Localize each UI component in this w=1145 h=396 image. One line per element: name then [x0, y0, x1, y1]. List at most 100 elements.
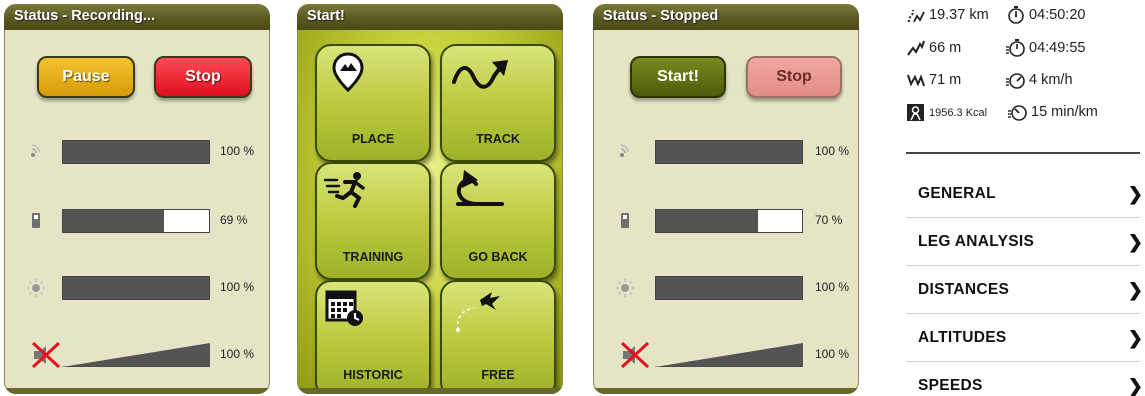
- descent-value: 71 m: [929, 72, 962, 88]
- training-button[interactable]: TRAINING: [315, 162, 431, 280]
- ascent-icon: [907, 40, 925, 56]
- stop-button[interactable]: Stop: [154, 56, 252, 98]
- place-pin-icon: [331, 52, 365, 97]
- section-speeds[interactable]: SPEEDS ❯: [906, 362, 1143, 396]
- volume-muted-icon: [619, 340, 651, 370]
- section-speeds-label: SPEEDS: [918, 377, 983, 394]
- chevron-right-icon: ❯: [1127, 184, 1143, 204]
- brightness-row: 100 %: [4, 275, 270, 301]
- start-title: Start!: [297, 4, 563, 30]
- stop-button-disabled[interactable]: Stop: [746, 56, 842, 98]
- pace-icon: [1008, 105, 1027, 121]
- calories-icon: [907, 104, 924, 121]
- volume-muted-icon: [30, 340, 62, 370]
- gps-signal-percent: 100 %: [220, 144, 255, 158]
- battery-bar: [62, 209, 210, 233]
- chevron-right-icon: ❯: [1127, 232, 1143, 252]
- volume-row: 100 %: [593, 340, 859, 370]
- recording-title: Status - Recording...: [4, 4, 270, 30]
- start-button[interactable]: Start!: [630, 56, 726, 98]
- section-altitudes-label: ALTITUDES: [918, 329, 1007, 346]
- start-menu-screen: Start! PLACE TRACK TRAINING GO BACK HIST…: [297, 4, 563, 394]
- avg-speed-stat: 4 km/h: [1006, 71, 1073, 89]
- section-general-label: GENERAL: [918, 185, 996, 202]
- battery-icon: [615, 211, 635, 231]
- free-button[interactable]: FREE: [440, 280, 556, 394]
- volume-row: 100 %: [4, 340, 270, 370]
- place-label: PLACE: [351, 132, 395, 146]
- brightness-percent: 100 %: [815, 280, 850, 294]
- distance-icon: [907, 9, 925, 23]
- section-leg-analysis-label: LEG ANALYSIS: [918, 233, 1035, 250]
- ascent-stat: 66 m: [906, 39, 961, 57]
- total-time-stat: 04:50:20: [1006, 6, 1085, 24]
- historic-label: HISTORIC: [343, 368, 403, 382]
- gps-signal-percent: 100 %: [815, 144, 850, 158]
- section-altitudes[interactable]: ALTITUDES ❯: [906, 314, 1143, 362]
- moving-time-value: 04:49:55: [1029, 40, 1086, 56]
- stopwatch-icon: [1008, 6, 1024, 24]
- moving-time-stat: 04:49:55: [1006, 39, 1085, 57]
- section-distances[interactable]: DISTANCES ❯: [906, 266, 1143, 314]
- historic-button[interactable]: HISTORIC: [315, 280, 431, 394]
- battery-row: 70 %: [593, 208, 859, 234]
- stats-summary-panel: 19.37 km 04:50:20 66 m 04:49:55 71 m 4 k…: [898, 0, 1145, 396]
- track-arrow-icon: [450, 54, 520, 99]
- avg-speed-value: 4 km/h: [1029, 72, 1073, 88]
- calendar-icon: [325, 288, 365, 333]
- battery-bar: [655, 209, 803, 233]
- battery-icon: [26, 211, 46, 231]
- speed-icon: [1006, 73, 1025, 89]
- ascent-value: 66 m: [929, 40, 962, 56]
- gps-signal-bar: [655, 140, 803, 164]
- gps-signal-row: 100 %: [593, 139, 859, 165]
- battery-percent: 69 %: [220, 213, 248, 227]
- moving-time-icon: [1006, 39, 1025, 57]
- brightness-icon: [26, 278, 46, 298]
- avg-pace-value: 15 min/km: [1031, 104, 1098, 120]
- section-leg-analysis[interactable]: LEG ANALYSIS ❯: [906, 218, 1143, 266]
- recording-status-screen: Status - Recording... Pause Stop 100 % 6…: [4, 4, 270, 394]
- track-button[interactable]: TRACK: [440, 44, 556, 162]
- gps-signal-icon: [26, 142, 46, 162]
- go-back-button[interactable]: GO BACK: [440, 162, 556, 280]
- pause-button[interactable]: Pause: [37, 56, 135, 98]
- descent-icon: [907, 74, 925, 87]
- brightness-row: 100 %: [593, 275, 859, 301]
- distance-value: 19.37 km: [929, 7, 989, 23]
- training-label: TRAINING: [342, 250, 404, 264]
- volume-bar: [655, 343, 803, 367]
- total-time-value: 04:50:20: [1029, 7, 1086, 23]
- volume-percent: 100 %: [815, 347, 850, 361]
- chevron-right-icon: ❯: [1127, 328, 1143, 348]
- brightness-percent: 100 %: [220, 280, 255, 294]
- gps-signal-row: 100 %: [4, 139, 270, 165]
- runner-icon: [323, 170, 369, 215]
- chevron-right-icon: ❯: [1127, 376, 1143, 396]
- stats-divider: [906, 152, 1140, 154]
- volume-percent: 100 %: [220, 347, 255, 361]
- volume-bar: [62, 343, 210, 367]
- battery-row: 69 %: [4, 208, 270, 234]
- bird-icon: [452, 288, 512, 339]
- free-label: FREE: [481, 368, 515, 382]
- calories-value: 1956.3 Kcal: [929, 107, 988, 119]
- chevron-right-icon: ❯: [1127, 280, 1143, 300]
- track-label: TRACK: [476, 132, 520, 146]
- gps-signal-bar: [62, 140, 210, 164]
- go-back-label: GO BACK: [468, 250, 528, 264]
- section-general[interactable]: GENERAL ❯: [906, 170, 1143, 218]
- calories-stat: 1956.3 Kcal: [906, 104, 987, 122]
- brightness-bar: [655, 276, 803, 300]
- descent-stat: 71 m: [906, 71, 961, 89]
- go-back-icon: [448, 168, 518, 215]
- battery-percent: 70 %: [815, 213, 843, 227]
- section-distances-label: DISTANCES: [918, 281, 1010, 298]
- distance-stat: 19.37 km: [906, 6, 989, 24]
- brightness-icon: [615, 278, 635, 298]
- place-button[interactable]: PLACE: [315, 44, 431, 162]
- stopped-status-screen: Status - Stopped Start! Stop 100 % 70 % …: [593, 4, 859, 394]
- brightness-bar: [62, 276, 210, 300]
- stopped-title: Status - Stopped: [593, 4, 859, 30]
- gps-signal-icon: [615, 142, 635, 162]
